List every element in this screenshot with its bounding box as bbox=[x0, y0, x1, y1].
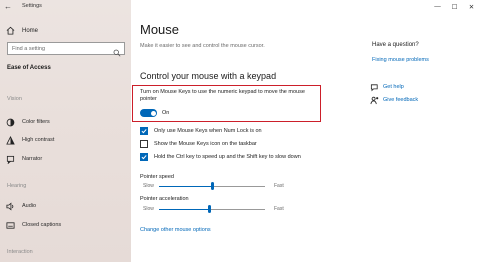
sidebar-item-label: Color filters bbox=[22, 119, 50, 125]
slider-max-label: Fast bbox=[274, 206, 284, 212]
get-help-label: Get help bbox=[383, 84, 404, 90]
feedback-person-icon bbox=[370, 96, 379, 105]
sidebar: ← Settings Home Find a setting Ease of A… bbox=[0, 0, 131, 262]
checkbox-taskbar-icon[interactable] bbox=[140, 140, 148, 148]
sidebar-item-label: Narrator bbox=[22, 156, 43, 162]
pointer-speed-slider[interactable]: Slow Fast bbox=[143, 182, 293, 190]
mouse-keys-description: Turn on Mouse Keys to use the numeric ke… bbox=[140, 89, 305, 102]
toggle-state-label: On bbox=[162, 110, 170, 116]
high-contrast-icon bbox=[6, 135, 15, 145]
slider-fill bbox=[159, 185, 212, 187]
search-placeholder: Find a setting bbox=[12, 46, 46, 52]
sidebar-item-high-contrast[interactable]: High contrast bbox=[6, 134, 126, 146]
maximize-button[interactable]: ☐ bbox=[446, 0, 463, 13]
search-input[interactable]: Find a setting bbox=[7, 42, 125, 57]
pointer-acceleration-slider[interactable]: Slow Fast bbox=[143, 205, 293, 213]
home-icon bbox=[6, 26, 15, 37]
toggle-knob bbox=[150, 110, 156, 116]
page-subtitle: Make it easier to see and control the mo… bbox=[140, 43, 265, 49]
slider-fill bbox=[159, 208, 210, 210]
main-content: — ☐ ✕ Mouse Make it easier to see and co… bbox=[131, 0, 480, 262]
app-title: Settings bbox=[22, 3, 42, 9]
change-mouse-options-link[interactable]: Change other mouse options bbox=[140, 227, 211, 233]
group-header-vision: Vision bbox=[7, 96, 22, 102]
sidebar-item-color-filters[interactable]: Color filters bbox=[6, 116, 126, 128]
section-title-ease-of-access: Ease of Access bbox=[7, 65, 51, 71]
page-title: Mouse bbox=[140, 22, 180, 37]
checkbox-label: Show the Mouse Keys icon on the taskbar bbox=[154, 141, 257, 147]
back-arrow-icon[interactable]: ← bbox=[4, 2, 12, 11]
pointer-speed-label: Pointer speed bbox=[140, 174, 174, 180]
checkbox-ctrl-shift[interactable] bbox=[140, 153, 148, 161]
get-help-link[interactable]: Get help bbox=[370, 82, 404, 92]
title-bar-left: ← Settings bbox=[0, 0, 131, 14]
fix-mouse-problems-link[interactable]: Fixing mouse problems bbox=[372, 57, 429, 63]
narrator-icon bbox=[6, 155, 15, 164]
mouse-keys-toggle[interactable] bbox=[140, 109, 157, 117]
pointer-acceleration-label: Pointer acceleration bbox=[140, 196, 189, 202]
give-feedback-label: Give feedback bbox=[383, 97, 419, 103]
search-icon[interactable] bbox=[113, 44, 121, 57]
speaker-icon bbox=[6, 202, 15, 211]
checkbox-label: Hold the Ctrl key to speed up and the Sh… bbox=[154, 154, 301, 160]
help-heading: Have a question? bbox=[372, 42, 419, 48]
window-controls: — ☐ ✕ bbox=[429, 0, 480, 13]
sidebar-item-label: Closed captions bbox=[22, 222, 62, 228]
sidebar-item-closed-captions[interactable]: Closed captions bbox=[6, 219, 126, 231]
slider-min-label: Slow bbox=[143, 183, 154, 189]
get-help-icon bbox=[370, 83, 379, 92]
slider-max-label: Fast bbox=[274, 183, 284, 189]
checkbox-num-lock[interactable] bbox=[140, 127, 148, 135]
close-button[interactable]: ✕ bbox=[463, 0, 480, 13]
minimize-button[interactable]: — bbox=[429, 0, 446, 13]
group-header-interaction: Interaction bbox=[7, 249, 33, 255]
color-filters-icon bbox=[6, 118, 15, 127]
checkbox-row-num-lock[interactable]: Only use Mouse Keys when Num Lock is on bbox=[140, 126, 262, 136]
checkbox-row-taskbar-icon[interactable]: Show the Mouse Keys icon on the taskbar bbox=[140, 139, 257, 149]
sidebar-item-narrator[interactable]: Narrator bbox=[6, 153, 126, 165]
give-feedback-link[interactable]: Give feedback bbox=[370, 95, 418, 105]
checkbox-row-ctrl-shift[interactable]: Hold the Ctrl key to speed up and the Sh… bbox=[140, 152, 301, 162]
checkbox-label: Only use Mouse Keys when Num Lock is on bbox=[154, 128, 262, 134]
slider-thumb[interactable] bbox=[210, 182, 214, 190]
slider-thumb[interactable] bbox=[208, 205, 212, 213]
sidebar-item-audio[interactable]: Audio bbox=[6, 200, 126, 212]
sidebar-item-label: Audio bbox=[22, 203, 37, 209]
home-label: Home bbox=[22, 28, 39, 34]
closed-captions-icon bbox=[6, 221, 15, 230]
group-header-hearing: Hearing bbox=[7, 183, 27, 189]
section-heading-keypad: Control your mouse with a keypad bbox=[140, 71, 277, 81]
sidebar-item-label: High contrast bbox=[22, 137, 55, 143]
home-nav-item[interactable]: Home bbox=[6, 25, 38, 37]
slider-min-label: Slow bbox=[143, 206, 154, 212]
